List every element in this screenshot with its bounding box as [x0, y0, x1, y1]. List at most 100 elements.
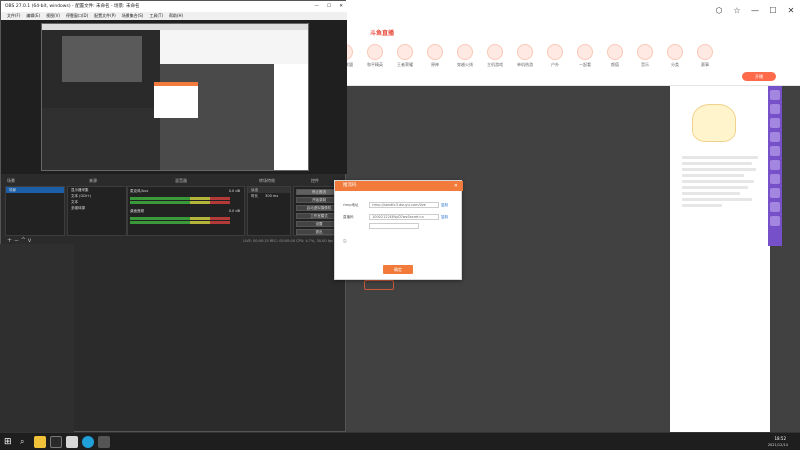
sidebar-row[interactable] [0, 260, 74, 268]
tool-icon[interactable] [770, 132, 780, 142]
rank-row[interactable] [680, 86, 750, 94]
rank-row[interactable] [680, 94, 750, 102]
rtmp-url-field[interactable]: rtmp://sendtc3.douyu.com/live [369, 202, 439, 208]
tool-icon[interactable] [770, 90, 780, 100]
tool-icon[interactable] [770, 216, 780, 226]
sidebar-row[interactable] [0, 300, 74, 308]
app-icon-2[interactable] [66, 436, 78, 448]
tool-icon[interactable] [770, 118, 780, 128]
clock-time[interactable]: 18:52 [774, 436, 786, 441]
edge-browser-icon[interactable] [82, 436, 94, 448]
obs-app-icon[interactable] [50, 436, 62, 448]
stream-key-dialog: 推流码 ✕ rtmp地址 rtmp://sendtc3.douyu.com/li… [334, 180, 463, 280]
tool-icon[interactable] [770, 188, 780, 198]
tool-icon[interactable] [770, 160, 780, 170]
close-icon[interactable]: ✕ [784, 4, 798, 18]
room-banner [516, 96, 652, 106]
menu-item[interactable]: 编辑(E) [26, 12, 40, 20]
obs-preview-canvas[interactable] [41, 23, 309, 171]
menu-item[interactable]: 配置文件(P) [94, 12, 116, 20]
copy-rtmp-button[interactable]: 复制 [441, 203, 448, 208]
line-select[interactable] [369, 223, 419, 229]
player-hint-button[interactable] [364, 280, 394, 290]
category-label: 原神 [431, 62, 439, 67]
text-line [682, 186, 748, 189]
transitions-panel: 淡出 时长 300 ms [247, 186, 291, 236]
sidebar-row[interactable] [0, 364, 74, 372]
stream-key-field[interactable]: 10002122t3NyD?wsSecret=a [369, 214, 439, 220]
tool-icon[interactable] [770, 202, 780, 212]
menu-item[interactable]: 场景集合(S) [122, 12, 144, 20]
mixer-track-level: 0.0 dB [228, 189, 240, 193]
category-icon [667, 44, 683, 60]
maximize-icon[interactable]: ☐ [327, 1, 331, 12]
right-panel [670, 86, 770, 432]
category-item[interactable]: 穿越火线 [450, 44, 480, 84]
mascot-image [692, 104, 736, 142]
category-item[interactable]: 主机游戏 [480, 44, 510, 84]
category-label: 王者荣耀 [397, 62, 413, 67]
close-icon[interactable]: ✕ [454, 181, 458, 191]
sidebar-row[interactable] [0, 332, 74, 340]
rank-row[interactable] [680, 70, 750, 78]
app-icon-1[interactable] [34, 436, 46, 448]
search-icon[interactable]: ⌕ [20, 436, 32, 448]
duration-input[interactable]: 300 ms [265, 194, 278, 198]
menu-item[interactable]: 视图(V) [46, 12, 60, 20]
tool-icon[interactable] [770, 104, 780, 114]
obs-titlebar: OBS 27.0.1 (64-bit, windows) - 配置文件: 未命名… [1, 1, 347, 12]
close-icon[interactable]: ✕ [339, 1, 343, 12]
category-item[interactable]: 户外 [540, 44, 570, 84]
sidebar-row[interactable] [0, 324, 74, 332]
sidebar-row[interactable] [0, 340, 74, 348]
windows-start-icon[interactable]: ⊞ [4, 436, 16, 448]
menu-item[interactable]: 帮助(H) [169, 12, 183, 20]
sidebar-row[interactable] [0, 388, 74, 396]
sidebar-row[interactable] [0, 380, 74, 388]
mixer-panel: 麦克风/Aux 0.0 dB 桌面音频 0.0 dB [127, 186, 245, 236]
sidebar-row[interactable] [0, 244, 74, 252]
category-item[interactable]: 颜值 [600, 44, 630, 84]
category-item[interactable]: 王者荣耀 [390, 44, 420, 84]
sidebar-row[interactable] [0, 276, 74, 284]
category-label: 主机游戏 [487, 62, 503, 67]
sidebar-row[interactable] [0, 268, 74, 276]
sidebar-row[interactable] [0, 252, 74, 260]
copy-key-button[interactable]: 复制 [441, 215, 448, 220]
extension-icon[interactable]: ⬡ [712, 4, 726, 18]
menu-item[interactable]: 文件(F) [7, 12, 20, 20]
clock-date[interactable]: 2021/12/14 [768, 443, 788, 447]
sidebar-row[interactable] [0, 372, 74, 380]
sidebar-row[interactable] [0, 308, 74, 316]
category-item[interactable]: 和平精英 [360, 44, 390, 84]
scene-item[interactable]: 场景 [6, 187, 64, 193]
stream-key-label: 直播码 [343, 215, 354, 219]
sidebar-row[interactable] [0, 316, 74, 324]
sidebar-row[interactable] [0, 284, 74, 292]
rank-row[interactable] [680, 78, 750, 86]
menu-item[interactable]: 工具(T) [149, 12, 163, 20]
menu-item[interactable]: 停靠窗口(D) [66, 12, 88, 20]
sidebar-row[interactable] [0, 348, 74, 356]
app-icon-3[interactable] [98, 436, 110, 448]
category-item[interactable]: 音乐 [630, 44, 660, 84]
category-label: 穿越火线 [457, 62, 473, 67]
category-item[interactable]: 一起看 [570, 44, 600, 84]
search-input[interactable] [398, 25, 440, 35]
category-item[interactable]: 单机热游 [510, 44, 540, 84]
maximize-icon[interactable]: ☐ [766, 4, 780, 18]
sidebar-row[interactable] [0, 356, 74, 364]
tool-icon[interactable] [770, 146, 780, 156]
tool-icon[interactable] [770, 174, 780, 184]
obs-menubar: 文件(F) 编辑(E) 视图(V) 停靠窗口(D) 配置文件(P) 场景集合(S) 工具(T… [1, 12, 347, 20]
confirm-button[interactable]: 确定 [383, 265, 413, 274]
sidebar-row[interactable] [0, 396, 74, 404]
minimize-icon[interactable]: — [315, 1, 320, 12]
source-item[interactable]: 多媒体源 [68, 205, 126, 211]
sidebar-row[interactable] [0, 292, 74, 300]
favorites-icon[interactable]: ☆ [730, 4, 744, 18]
minimize-icon[interactable]: — [748, 4, 762, 18]
category-item[interactable]: 原神 [420, 44, 450, 84]
category-icon [577, 44, 593, 60]
rank-row[interactable] [680, 62, 750, 70]
